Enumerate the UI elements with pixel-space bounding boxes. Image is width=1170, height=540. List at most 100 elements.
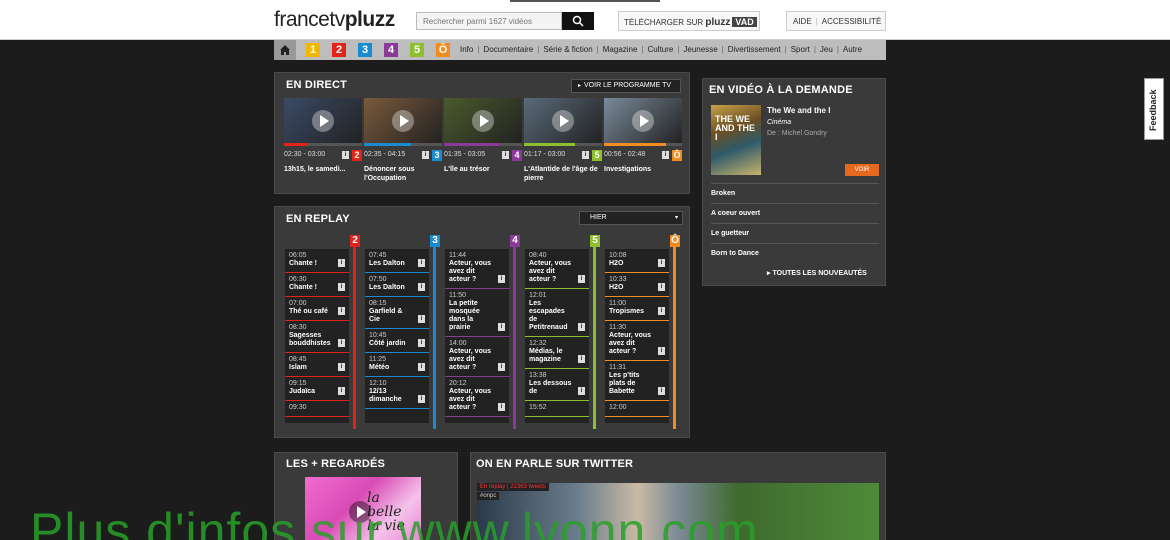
live-item[interactable]: 01:17 - 03:00 i 5 L'Atlantide de l'âge de p…	[524, 98, 602, 183]
info-icon[interactable]: i	[498, 323, 505, 331]
live-item[interactable]: 00:56 - 02:48 i Ô Investigations	[604, 98, 682, 174]
info-icon[interactable]: i	[418, 339, 425, 347]
nav-channel-6[interactable]: Ô	[436, 43, 450, 57]
replay-entry[interactable]: 08:45 Islam i	[285, 353, 349, 377]
info-icon[interactable]: i	[498, 363, 505, 371]
replay-entry[interactable]: 08:40 Acteur, vous avez dit acteur ? i	[525, 249, 589, 289]
info-icon[interactable]: i	[338, 387, 345, 395]
live-item[interactable]: 02:35 - 04:15 i 3 Dénoncer sous l'Occupatio…	[364, 98, 442, 183]
replay-entry[interactable]: 11:00 Tropismes i	[605, 297, 669, 321]
replay-entry[interactable]: 12:00	[605, 401, 669, 417]
replay-entry[interactable]: 07:45 Les Dalton i	[365, 249, 429, 273]
vod-voir-button[interactable]: VOIR	[845, 164, 879, 176]
info-icon[interactable]: i	[658, 387, 665, 395]
replay-entry[interactable]: 06:30 Chante ! i	[285, 273, 349, 297]
live-item[interactable]: 02:30 - 03:00 i 2 13h15, le samedi...	[284, 98, 362, 174]
info-icon[interactable]: i	[418, 283, 425, 291]
nav-link-5[interactable]: Culture	[648, 40, 674, 60]
info-icon[interactable]: i	[578, 275, 585, 283]
info-icon[interactable]: i	[658, 283, 665, 291]
feedback-tab[interactable]: Feedback	[1144, 78, 1164, 140]
info-icon[interactable]: i	[502, 151, 509, 159]
replay-entry[interactable]: 12:01 Les escapades de Petitrenaud i	[525, 289, 589, 337]
replay-entry[interactable]: 12:32 Médias, le magazine i	[525, 337, 589, 369]
live-item[interactable]: 01:35 - 03:05 i 4 L'île au trésor	[444, 98, 522, 174]
download-pluzz-vad-button[interactable]: TÉLÉCHARGER SUR pluzz VAD	[618, 11, 760, 31]
live-title[interactable]: L'île au trésor	[444, 165, 522, 174]
info-icon[interactable]: i	[658, 307, 665, 315]
nav-link-6[interactable]: Jeunesse	[683, 40, 717, 60]
nav-channel-2[interactable]: 2	[332, 43, 346, 57]
info-icon[interactable]: i	[338, 283, 345, 291]
info-icon[interactable]: i	[578, 355, 585, 363]
nav-link-2[interactable]: Documentaire	[483, 40, 533, 60]
home-button[interactable]	[274, 40, 296, 60]
replay-entry[interactable]: 11:44 Acteur, vous avez dit acteur ? i	[445, 249, 509, 289]
replay-entry[interactable]: 15:52	[525, 401, 589, 417]
voir-programme-tv-button[interactable]: ▸ VOIR LE PROGRAMME TV	[571, 79, 681, 93]
nav-link-8[interactable]: Sport	[791, 40, 810, 60]
nav-channel-4[interactable]: 4	[384, 43, 398, 57]
site-logo[interactable]: francetvpluzz	[274, 8, 395, 32]
replay-entry[interactable]: 13:38 Les dessous de i	[525, 369, 589, 401]
live-thumbnail[interactable]	[284, 98, 362, 143]
info-icon[interactable]: i	[578, 323, 585, 331]
info-icon[interactable]: i	[338, 363, 345, 371]
info-icon[interactable]: i	[662, 151, 669, 159]
replay-entry[interactable]: 09:30	[285, 401, 349, 417]
vod-list-item[interactable]: Broken	[711, 183, 879, 203]
nav-link-3[interactable]: Série & fiction	[543, 40, 592, 60]
live-thumbnail[interactable]	[604, 98, 682, 143]
nav-link-10[interactable]: Autre	[843, 40, 862, 60]
info-icon[interactable]: i	[338, 259, 345, 267]
nav-link-7[interactable]: Divertissement	[728, 40, 781, 60]
info-icon[interactable]: i	[658, 259, 665, 267]
replay-entry[interactable]: 11:50 La petite mosquée dans la prairie i	[445, 289, 509, 337]
info-icon[interactable]: i	[422, 151, 429, 159]
live-title[interactable]: Investigations	[604, 165, 682, 174]
vod-list-item[interactable]: Born to Dance	[711, 243, 879, 263]
nav-link-9[interactable]: Jeu	[820, 40, 833, 60]
replay-entry[interactable]: 10:45 Côté jardin i	[365, 329, 429, 353]
replay-entry[interactable]: 20:12 Acteur, vous avez dit acteur ? i	[445, 377, 509, 417]
nav-channel-5[interactable]: 5	[410, 43, 424, 57]
replay-entry[interactable]: 08:15 Garfield & Cie i	[365, 297, 429, 329]
replay-entry[interactable]: 12:10 12/13 dimanche i	[365, 377, 429, 409]
twitter-hashtag[interactable]: #onpc	[477, 492, 500, 500]
vod-list-item[interactable]: A coeur ouvert	[711, 203, 879, 223]
live-thumbnail[interactable]	[444, 98, 522, 143]
vod-poster[interactable]: THE WE AND THE I	[711, 105, 761, 175]
replay-entry[interactable]: 06:05 Chante ! i	[285, 249, 349, 273]
info-icon[interactable]: i	[342, 151, 349, 159]
info-icon[interactable]: i	[418, 363, 425, 371]
replay-entry[interactable]: 14:00 Acteur, vous avez dit acteur ? i	[445, 337, 509, 377]
info-icon[interactable]: i	[418, 395, 425, 403]
live-title[interactable]: L'Atlantide de l'âge de pierre	[524, 165, 602, 183]
nav-link-4[interactable]: Magazine	[603, 40, 638, 60]
replay-entry[interactable]: 10:33 H2O i	[605, 273, 669, 297]
replay-entry[interactable]: 11:31 Les p'tits plats de Babette i	[605, 361, 669, 401]
day-selector[interactable]: HIER ▾	[579, 211, 683, 225]
accessibility-link[interactable]: ACCESSIBILITÉ	[822, 17, 882, 26]
replay-entry[interactable]: 08:30 Sagesses bouddhistes i	[285, 321, 349, 353]
live-thumbnail[interactable]	[524, 98, 602, 143]
search-button[interactable]	[562, 12, 594, 30]
info-icon[interactable]: i	[578, 387, 585, 395]
replay-entry[interactable]: 11:25 Météo i	[365, 353, 429, 377]
info-icon[interactable]: i	[498, 275, 505, 283]
live-thumbnail[interactable]	[364, 98, 442, 143]
live-title[interactable]: 13h15, le samedi...	[284, 165, 362, 174]
nav-channel-1[interactable]: 1	[306, 43, 320, 57]
info-icon[interactable]: i	[338, 307, 345, 315]
replay-entry[interactable]: 07:00 Thé ou café i	[285, 297, 349, 321]
replay-entry[interactable]: 07:50 Les Dalton i	[365, 273, 429, 297]
info-icon[interactable]: i	[582, 151, 589, 159]
info-icon[interactable]: i	[418, 315, 425, 323]
help-link[interactable]: AIDE	[793, 17, 812, 26]
info-icon[interactable]: i	[658, 347, 665, 355]
replay-entry[interactable]: 09:15 Judaïca i	[285, 377, 349, 401]
all-new-link[interactable]: ▸ TOUTES LES NOUVEAUTÉS	[767, 269, 867, 277]
vod-list-item[interactable]: Le guetteur	[711, 223, 879, 243]
nav-link-1[interactable]: Info	[460, 40, 473, 60]
info-icon[interactable]: i	[338, 339, 345, 347]
